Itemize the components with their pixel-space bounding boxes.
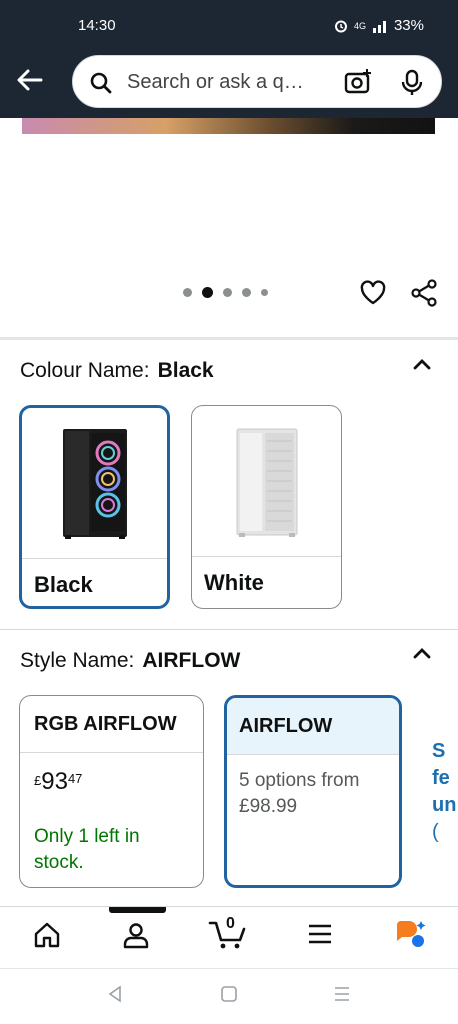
camera-search-icon[interactable] [344, 68, 372, 96]
stock-status: Only 1 left in stock. [34, 826, 140, 873]
colour-option-label: White [204, 570, 264, 595]
status-time: 14:30 [78, 17, 116, 34]
system-recents-icon[interactable] [333, 985, 351, 1008]
bottom-navigation: 0 [0, 906, 458, 968]
colour-label: Colour Name: [20, 359, 150, 382]
colour-option-label: Black [34, 572, 93, 597]
cart-button[interactable]: 0 [208, 915, 248, 956]
system-navigation-bar [0, 968, 458, 1024]
wishlist-heart-icon[interactable] [359, 279, 387, 307]
menu-icon[interactable] [307, 921, 333, 947]
style-selected-value: AIRFLOW [142, 649, 241, 672]
signal-icon [372, 20, 386, 33]
system-home-icon[interactable] [220, 985, 238, 1008]
account-icon[interactable] [122, 921, 150, 949]
carousel-dot [242, 288, 251, 297]
card-separator [227, 754, 399, 755]
status-bar: 14:30 4G 33% [0, 0, 458, 50]
back-arrow-icon [17, 69, 43, 91]
style-option-price: £ 93 47 [34, 768, 82, 796]
peek-line: un [432, 794, 457, 816]
alarm-icon [334, 20, 347, 32]
collapse-style-chevron-icon[interactable] [410, 644, 434, 664]
app-header: 14:30 4G 33% Search or ask a q… [0, 0, 458, 118]
price-whole: 93 [41, 768, 68, 795]
style-label: Style Name: [20, 649, 135, 672]
search-input[interactable]: Search or ask a q… [127, 71, 304, 94]
style-option-rgb-airflow[interactable]: RGB AIRFLOW £ 93 47 Only 1 left in stock… [19, 695, 204, 888]
colour-selected-value: Black [157, 359, 214, 382]
microphone-icon[interactable] [400, 69, 424, 97]
style-option-title: AIRFLOW [227, 698, 399, 754]
image-carousel-dots [183, 287, 268, 298]
peek-line: fe [432, 767, 450, 789]
next-style-option-peek[interactable]: S fe un ( [432, 738, 456, 846]
peek-line: ( [432, 821, 439, 843]
product-image[interactable] [22, 118, 435, 134]
price-currency: £ [34, 773, 42, 788]
battery-percent: 33% [393, 17, 424, 34]
price-fraction: 47 [67, 771, 83, 786]
rufus-assistant-icon[interactable] [394, 919, 428, 951]
white-case-image [192, 406, 341, 556]
search-bar[interactable]: Search or ask a q… [72, 55, 442, 108]
back-button[interactable] [12, 62, 48, 98]
system-back-icon[interactable] [106, 985, 124, 1008]
home-icon[interactable] [33, 921, 61, 949]
carousel-dot-active [202, 287, 213, 298]
colour-name-heading: Colour Name: Black [20, 359, 214, 383]
colour-option-white[interactable]: White [191, 405, 342, 609]
peek-line: S [432, 740, 446, 762]
status-icons: 4G 33% [334, 17, 424, 34]
card-separator [22, 558, 167, 559]
carousel-dot [223, 288, 232, 297]
style-name-heading: Style Name: AIRFLOW [20, 649, 240, 673]
carousel-dot [183, 288, 192, 297]
cart-count: 0 [226, 915, 235, 932]
colour-option-black[interactable]: Black [19, 405, 170, 609]
style-option-title: RGB AIRFLOW [34, 713, 177, 735]
card-separator [20, 752, 203, 753]
black-case-image [22, 408, 167, 558]
card-separator [192, 556, 341, 557]
share-icon[interactable] [410, 279, 438, 307]
collapse-colour-chevron-icon[interactable] [410, 355, 434, 375]
network-type: 4G [353, 20, 366, 31]
style-options-from: 5 options from £98.99 [239, 770, 360, 817]
section-divider [0, 337, 458, 340]
section-divider [0, 629, 458, 630]
carousel-dot [261, 289, 268, 296]
search-icon [90, 72, 112, 94]
style-option-airflow[interactable]: AIRFLOW 5 options from £98.99 [224, 695, 402, 888]
active-tab-indicator [109, 907, 166, 913]
